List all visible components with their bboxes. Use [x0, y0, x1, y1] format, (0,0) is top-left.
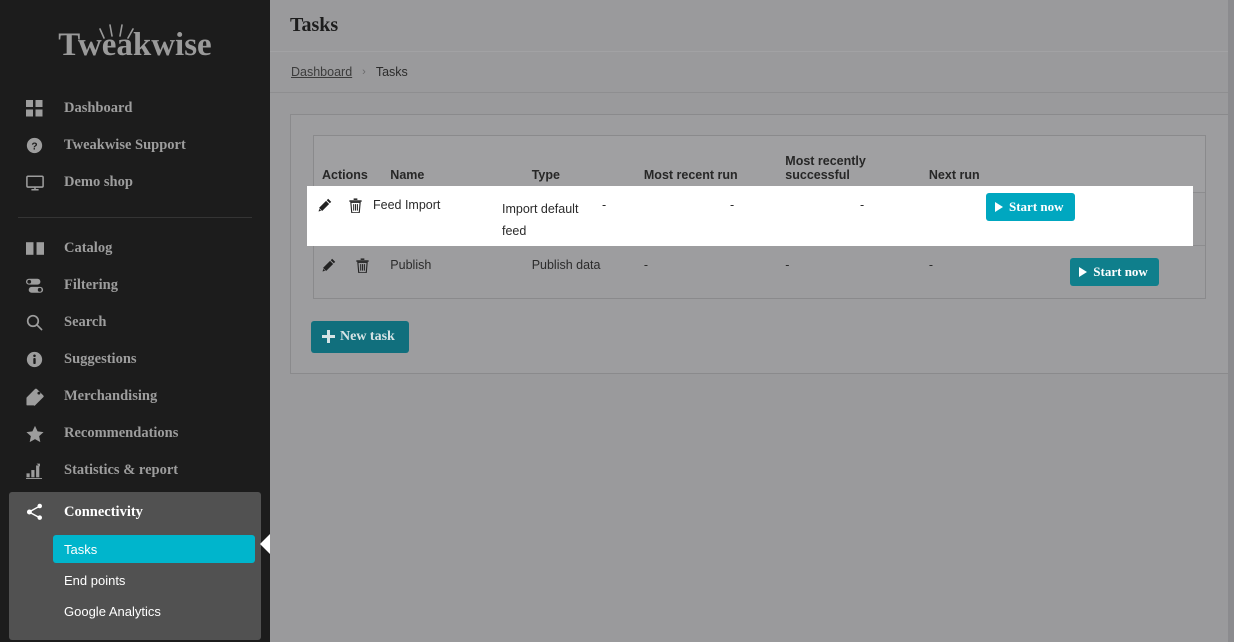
sidebar: Tweakwise Dashboard ? Tweakwise Support …: [0, 0, 270, 642]
column-header-most-recently-successful: Most recently successful: [785, 136, 929, 193]
sliders-icon: [26, 276, 52, 296]
start-now-button[interactable]: Start now: [986, 193, 1075, 221]
chevron-right-icon: ›: [362, 66, 366, 78]
column-header-type: Type: [531, 136, 644, 193]
sidebar-item-catalog[interactable]: Catalog: [0, 230, 270, 267]
highlighted-task-row[interactable]: Feed Import Import default feed - - - St…: [307, 186, 1193, 246]
info-circle-icon: [26, 350, 52, 370]
pencil-icon[interactable]: [322, 258, 336, 274]
cell-name: Feed Import: [373, 198, 441, 212]
breadcrumb-current: Tasks: [375, 65, 408, 79]
help-circle-icon: ?: [26, 136, 52, 156]
tag-icon: [26, 387, 52, 407]
cell-most-recently-successful: -: [785, 257, 790, 272]
table-row[interactable]: Publish Publish data - - - Start now: [314, 245, 1205, 298]
tasks-table-head: Actions Name Type Most recent run Most r…: [314, 136, 1205, 193]
cell-most-recent-run: -: [643, 257, 649, 272]
magnifier-icon: [26, 313, 52, 333]
sidebar-subitem-label: Google Analytics: [64, 603, 161, 619]
cell-next-run: -: [928, 257, 934, 272]
cell-name: Publish: [390, 257, 432, 272]
trash-icon[interactable]: [349, 198, 362, 216]
sidebar-item-dashboard[interactable]: Dashboard: [0, 90, 270, 127]
sidebar-item-label: Demo shop: [64, 174, 133, 190]
column-header-most-recent-run: Most recent run: [643, 136, 786, 193]
sidebar-item-label: Merchandising: [64, 388, 158, 404]
svg-text:?: ?: [31, 141, 37, 152]
app-root: Tweakwise Dashboard ? Tweakwise Support …: [0, 0, 1234, 642]
sidebar-divider: [18, 217, 252, 218]
play-icon: [995, 202, 1003, 212]
brand-logo[interactable]: Tweakwise: [0, 0, 270, 90]
sidebar-item-label: Catalog: [64, 240, 113, 256]
monitor-icon: [26, 173, 52, 193]
sidebar-item-demo-shop[interactable]: Demo shop: [0, 164, 270, 201]
sidebar-item-label: Tweakwise Support: [64, 137, 186, 153]
page-scrollbar[interactable]: [1228, 0, 1234, 642]
plus-icon: [322, 330, 335, 343]
sidebar-item-merchandising[interactable]: Merchandising: [0, 378, 270, 415]
cell-type: Publish data: [531, 257, 601, 272]
sidebar-subitem-google-analytics[interactable]: Google Analytics: [53, 597, 255, 625]
sidebar-item-statistics-report[interactable]: Statistics & report: [0, 452, 270, 489]
share-nodes-icon: [26, 502, 52, 522]
column-header-name: Name: [390, 136, 532, 193]
main-content: Tasks Dashboard › Tasks Actions Name Typ…: [270, 0, 1234, 642]
row-actions-cell: [314, 245, 390, 298]
play-icon: [1079, 266, 1088, 277]
sidebar-item-label: Suggestions: [64, 351, 137, 367]
cell-most-recent-run: -: [602, 198, 607, 212]
table-header-row: Actions Name Type Most recent run Most r…: [314, 136, 1205, 193]
sidebar-item-recommendations[interactable]: Recommendations: [0, 415, 270, 452]
new-task-button[interactable]: New task: [311, 320, 409, 353]
sidebar-subitem-end-points[interactable]: End points: [53, 566, 255, 594]
column-header-run-action: [1070, 136, 1205, 193]
sidebar-subitem-label: Tasks: [64, 541, 98, 557]
sidebar-group-connectivity: Connectivity Tasks End points Google Ana…: [9, 492, 270, 640]
new-task-label: New task: [340, 328, 395, 344]
sidebar-item-suggestions[interactable]: Suggestions: [0, 341, 270, 378]
sidebar-item-label: Filtering: [64, 277, 118, 293]
page-title: Tasks: [290, 14, 339, 36]
sidebar-item-label: Connectivity: [64, 503, 143, 520]
sidebar-item-filtering[interactable]: Filtering: [0, 267, 270, 304]
page-header: Tasks: [270, 0, 1234, 52]
sidebar-item-connectivity[interactable]: Connectivity: [9, 492, 261, 532]
book-icon: [26, 239, 52, 259]
trash-icon[interactable]: [356, 257, 370, 274]
grid-icon: [26, 99, 52, 119]
pencil-icon[interactable]: [318, 198, 332, 215]
sidebar-subitem-label: End points: [64, 572, 126, 588]
breadcrumb: Dashboard › Tasks: [270, 52, 1234, 93]
cell-most-recently-successful: -: [730, 198, 735, 212]
sidebar-top-nav: Dashboard ? Tweakwise Support Demo shop: [0, 90, 270, 205]
sidebar-item-tweakwise-support[interactable]: ? Tweakwise Support: [0, 127, 270, 164]
sidebar-item-search[interactable]: Search: [0, 304, 270, 341]
cell-run-action: Start now: [1070, 245, 1205, 298]
column-header-next-run: Next run: [928, 136, 1071, 193]
cell-next-run: -: [860, 198, 865, 212]
active-pointer-caret-icon: [260, 533, 270, 555]
cell-type: Import default feed: [502, 202, 579, 238]
start-now-button[interactable]: Start now: [1070, 257, 1159, 286]
star-icon: [26, 424, 52, 444]
sidebar-item-label: Dashboard: [64, 100, 133, 116]
bar-chart-icon: [26, 461, 52, 481]
sparkle-icon: [99, 24, 134, 39]
breadcrumb-link-dashboard[interactable]: Dashboard: [291, 65, 352, 79]
sidebar-item-label: Statistics & report: [64, 462, 179, 478]
sidebar-main-nav: Catalog Filtering Search Suggestions Mer…: [0, 230, 270, 640]
sidebar-subitem-tasks[interactable]: Tasks: [53, 535, 255, 563]
sidebar-item-label: Search: [64, 314, 107, 330]
column-header-actions: Actions: [314, 136, 391, 193]
start-now-label: Start now: [1009, 199, 1064, 214]
sidebar-item-label: Recommendations: [64, 425, 179, 441]
start-now-label: Start now: [1093, 263, 1148, 279]
